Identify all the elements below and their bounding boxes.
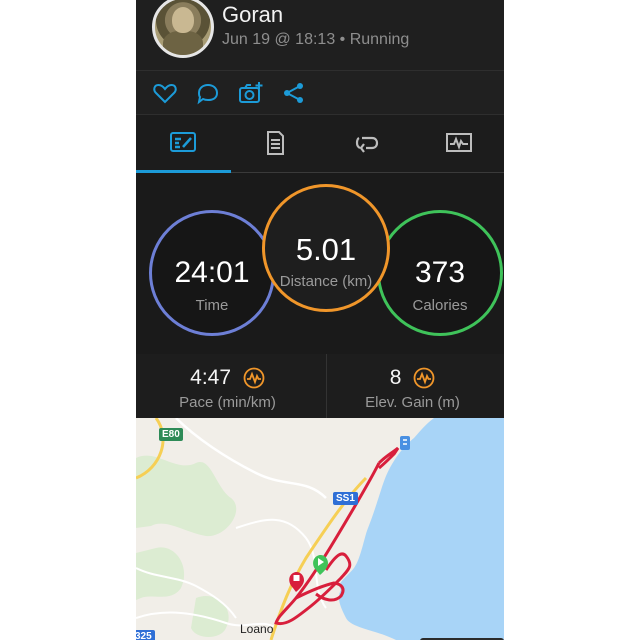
user-name[interactable]: Goran [222, 2, 283, 28]
tab-chart[interactable] [412, 115, 504, 172]
laps-icon [355, 136, 379, 153]
elevation-trend-icon[interactable] [413, 367, 435, 389]
elevation-label: Elev. Gain (m) [365, 394, 460, 411]
activity-screen: Goran Jun 19 @ 18:13 • Running 24:01 Tim… [136, 0, 504, 640]
details-icon [267, 131, 284, 155]
activity-meta: Jun 19 @ 18:13 • Running [222, 31, 410, 48]
summary-stats: 24:01 Time 373 Calories 5.01 Distance (k… [136, 173, 504, 354]
heart-icon[interactable] [152, 81, 178, 105]
map-canvas [136, 418, 504, 640]
comment-icon[interactable] [195, 81, 221, 105]
tab-stats[interactable] [136, 115, 228, 172]
time-ring[interactable]: 24:01 Time [149, 210, 275, 336]
tab-bar [136, 115, 504, 172]
stats-icon [170, 132, 196, 152]
distance-ring[interactable]: 5.01 Distance (km) [262, 184, 390, 312]
time-label: Time [195, 297, 229, 314]
elevation-cell[interactable]: 8 Elev. Gain (m) [321, 354, 504, 418]
town-label: Loano [240, 622, 274, 636]
road-ss1-badge: SS1 [333, 492, 358, 505]
avatar-body [163, 31, 203, 55]
tab-details[interactable] [228, 115, 320, 172]
metric-cells: 4:47 Pace (min/km) 8 Elev. Gain (m) [136, 354, 504, 418]
avatar-face [172, 7, 194, 33]
pace-value: 4:47 [190, 366, 232, 390]
tab-laps[interactable] [320, 115, 412, 172]
time-value: 24:01 [174, 256, 250, 289]
calories-value: 373 [414, 256, 466, 289]
avatar[interactable] [152, 0, 214, 58]
road-325-badge: 325 [136, 630, 155, 640]
pace-cell[interactable]: 4:47 Pace (min/km) [136, 354, 319, 418]
elevation-value: 8 [389, 366, 402, 390]
pace-trend-icon[interactable] [243, 367, 265, 389]
activity-header: Goran Jun 19 @ 18:13 • Running [136, 0, 504, 70]
calories-label: Calories [412, 297, 468, 314]
distance-label: Distance (km) [279, 273, 373, 290]
road-e80-badge: E80 [159, 428, 183, 441]
add-photo-icon[interactable] [238, 81, 264, 105]
pace-label: Pace (min/km) [179, 394, 276, 411]
calories-ring[interactable]: 373 Calories [377, 210, 503, 336]
action-bar [136, 71, 504, 114]
chart-icon [446, 133, 472, 152]
share-icon[interactable] [281, 81, 307, 105]
route-map[interactable]: E80 SS1 325 Loano [136, 418, 504, 640]
distance-value: 5.01 [295, 232, 357, 267]
cell-divider [326, 354, 327, 418]
